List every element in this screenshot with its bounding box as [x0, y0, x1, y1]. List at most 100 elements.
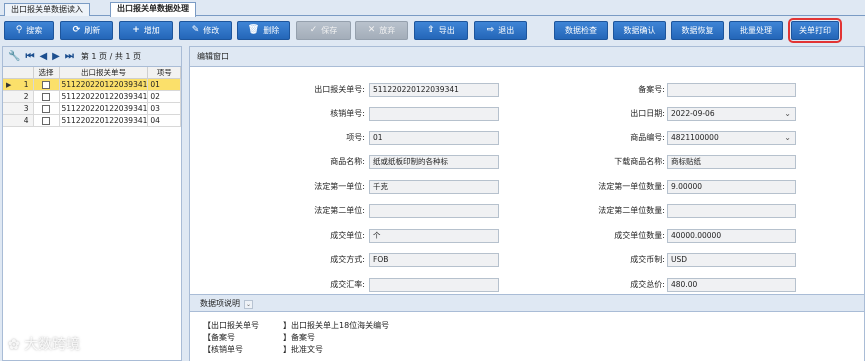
refresh-icon: ⟳: [72, 25, 81, 35]
edit-form: 出口报关单号: 511220220122039341 备案号: 核销单号: 出口…: [190, 68, 864, 294]
prev-page-icon[interactable]: ◀: [39, 51, 47, 62]
legal-qty2-field[interactable]: [667, 204, 796, 218]
trash-icon: 🗑: [247, 25, 260, 35]
row-checkbox-cell: [33, 114, 60, 127]
record-table: 选择 出口报关单号 项号 ▶ 1 511220220122039341 01 2 …: [3, 67, 181, 127]
next-page-icon[interactable]: ▶: [52, 51, 60, 62]
total-price-field[interactable]: 480.00: [667, 278, 796, 292]
save-label: 保存: [321, 26, 338, 35]
table-header: 选择 出口报关单号 项号: [3, 67, 181, 79]
export-button[interactable]: ⇧ 导出: [414, 21, 468, 40]
table-row[interactable]: 2 511220220122039341 02: [3, 90, 181, 103]
collapse-chevron-icon[interactable]: ⌄: [244, 300, 253, 309]
decl-no-cell: 511220220122039341: [59, 78, 149, 91]
legal-unit2-label: 法定第二单位:: [314, 206, 365, 215]
deal-unit-field[interactable]: 个: [369, 229, 499, 243]
exit-label: 退出: [498, 26, 515, 35]
row-number: 3: [3, 102, 34, 115]
total-price-label: 成交总价:: [630, 280, 665, 289]
print-declaration-button[interactable]: 关单打印: [788, 18, 842, 43]
wrench-icon[interactable]: 🔧: [8, 51, 20, 62]
edit-panel-title: 编辑窗口: [190, 47, 864, 67]
legal-qty2-label: 法定第二单位数量:: [598, 206, 665, 215]
edit-icon: ✎: [191, 25, 200, 35]
description-header[interactable]: 数据项说明 ⌄: [190, 294, 864, 312]
row-number: 4: [3, 114, 34, 127]
row-checkbox[interactable]: [42, 81, 50, 89]
cancel-label: 放弃: [379, 26, 396, 35]
current-row-arrow-icon: ▶: [6, 81, 12, 89]
seq-cell: 03: [147, 102, 181, 115]
record-no-field[interactable]: [667, 83, 796, 97]
row-number-header: [3, 67, 34, 79]
plus-icon: +: [132, 25, 140, 35]
seq-cell: 02: [147, 90, 181, 103]
table-row[interactable]: 4 511220220122039341 04: [3, 114, 181, 127]
tab-bar: 出口报关单数据读入 出口报关单数据处理: [0, 0, 865, 17]
download-goods-name-label: 下载商品名称:: [614, 157, 665, 166]
description-row: 【出口报关单号 】出口报关单上18位海关编号: [203, 321, 390, 330]
data-check-button[interactable]: 数据检查: [554, 21, 608, 40]
add-label: 增加: [143, 26, 160, 35]
row-number: ▶ 1: [3, 78, 34, 91]
data-restore-button[interactable]: 数据恢复: [671, 21, 724, 40]
export-label: 导出: [438, 26, 455, 35]
edit-button[interactable]: ✎ 修改: [179, 21, 232, 40]
batch-process-button[interactable]: 批量处理: [729, 21, 783, 40]
table-row[interactable]: 3 511220220122039341 03: [3, 102, 181, 115]
seq-cell: 04: [147, 114, 181, 127]
save-button[interactable]: ✓ 保存: [296, 21, 351, 40]
description-title: 数据项说明: [200, 299, 240, 308]
row-checkbox[interactable]: [42, 117, 50, 125]
close-icon: ✕: [367, 25, 376, 35]
first-page-icon[interactable]: ⏮: [25, 51, 34, 62]
goods-name-field[interactable]: 纸或纸板印制的各种标: [369, 155, 499, 169]
decl-no-field[interactable]: 511220220122039341: [369, 83, 499, 97]
goods-code-select[interactable]: 4821100000 ⌄: [667, 131, 796, 145]
delete-button[interactable]: 🗑 删除: [237, 21, 290, 40]
export-date-select[interactable]: 2022-09-06 ⌄: [667, 107, 796, 121]
tab-process-data[interactable]: 出口报关单数据处理: [110, 2, 196, 17]
refresh-label: 刷新: [84, 26, 101, 35]
cancel-button[interactable]: ✕ 放弃: [355, 21, 408, 40]
row-checkbox-cell: [33, 102, 60, 115]
goods-code-value: 4821100000: [671, 133, 719, 142]
legal-unit1-label: 法定第一单位:: [314, 182, 365, 191]
decl-no-cell: 511220220122039341: [59, 114, 149, 127]
table-row[interactable]: ▶ 1 511220220122039341 01: [3, 78, 181, 91]
legal-unit2-field[interactable]: [369, 204, 499, 218]
tab-read-data[interactable]: 出口报关单数据读入: [4, 3, 90, 16]
exchange-rate-label: 成交汇率:: [330, 280, 365, 289]
search-button[interactable]: ⚲ 搜索: [4, 21, 54, 40]
description-row: 【核销单号 】批准文号: [203, 345, 323, 354]
row-checkbox[interactable]: [42, 105, 50, 113]
row-checkbox-cell: [33, 90, 60, 103]
upload-icon: ⇧: [427, 25, 435, 35]
data-confirm-button[interactable]: 数据确认: [613, 21, 666, 40]
search-label: 搜索: [26, 26, 43, 35]
add-button[interactable]: + 增加: [119, 21, 173, 40]
description-panel: 【出口报关单号 】出口报关单上18位海关编号 【备案号 】备案号 【核销单号 】批准文…: [190, 313, 864, 361]
item-no-field[interactable]: 01: [369, 131, 499, 145]
legal-unit1-field[interactable]: 千克: [369, 180, 499, 194]
export-date-label: 出口日期:: [630, 109, 665, 118]
decl-no-header: 出口报关单号: [59, 67, 149, 79]
page-info: 第 1 页 / 共 1 页: [80, 52, 141, 61]
deal-qty-label: 成交单位数量:: [614, 231, 665, 240]
row-checkbox[interactable]: [42, 93, 50, 101]
last-page-icon[interactable]: ⏭: [65, 51, 74, 62]
description-row: 【备案号 】备案号: [203, 333, 315, 342]
deal-mode-field[interactable]: FOB: [369, 253, 499, 267]
legal-qty1-field[interactable]: 9.00000: [667, 180, 796, 194]
exit-button[interactable]: ⇨ 退出: [474, 21, 527, 40]
verify-no-field[interactable]: [369, 107, 499, 121]
item-no-label: 项号:: [346, 133, 365, 142]
deal-qty-field[interactable]: 40000.00000: [667, 229, 796, 243]
refresh-button[interactable]: ⟳ 刷新: [60, 21, 113, 40]
pager: 🔧 ⏮ ◀ ▶ ⏭ 第 1 页 / 共 1 页: [3, 47, 181, 67]
exchange-rate-field[interactable]: [369, 278, 499, 292]
currency-field[interactable]: USD: [667, 253, 796, 267]
legal-qty1-label: 法定第一单位数量:: [598, 182, 665, 191]
download-goods-name-field[interactable]: 商标贴纸: [667, 155, 796, 169]
decl-no-cell: 511220220122039341: [59, 90, 149, 103]
